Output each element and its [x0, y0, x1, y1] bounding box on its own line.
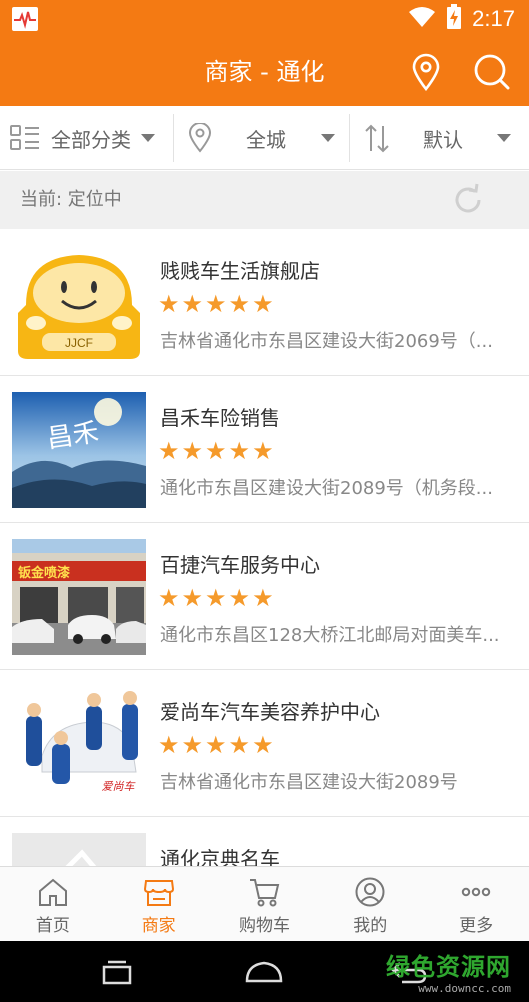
status-time: 2:17 [472, 6, 515, 31]
sort-icon [365, 124, 389, 153]
watermark-title: 绿色资源网 [386, 953, 511, 981]
user-icon [355, 877, 385, 907]
shop-list-item[interactable]: JJCF 贱贱车生活旗舰店 ★ ★ ★ ★ ★ 吉林省通化市东昌区建设大街2069号（.… [0, 229, 529, 376]
store-icon [143, 880, 174, 906]
refresh-icon [455, 183, 481, 213]
star-icon: ★ [252, 731, 274, 759]
chevron-down-icon [497, 134, 511, 142]
star-icon: ★ [205, 290, 227, 318]
star-rating: ★ ★ ★ ★ ★ [158, 439, 274, 463]
grid-list-icon [10, 125, 39, 150]
area-filter[interactable]: 全城 [174, 106, 349, 170]
star-icon: ★ [205, 437, 227, 465]
nav-item-home[interactable]: 首页 [0, 867, 106, 941]
more-icon [461, 887, 491, 897]
current-location-text: 当前: 定位中 [20, 189, 122, 210]
shop-list-item[interactable]: 钣金喷漆 百捷汽车服务中心 ★ ★ ★ ★ ★ 通化市东昌区128大桥江北邮局对面美车.… [0, 523, 529, 670]
nav-item-merchants[interactable]: 商家 [106, 867, 212, 941]
home-icon [38, 878, 67, 906]
nav-label: 首页 [35, 916, 70, 936]
star-rating: ★ ★ ★ ★ ★ [158, 733, 274, 757]
shop-address: 吉林省通化市东昌区建设大街2089号 [160, 772, 458, 793]
star-icon: ★ [228, 290, 251, 318]
nav-item-cart[interactable]: 购物车 [212, 867, 318, 941]
shop-address: 通化市东昌区128大桥江北邮局对面美车... [160, 625, 500, 646]
logo-text: 爱尚车 [102, 780, 137, 793]
shop-name: 昌禾车险销售 [160, 406, 280, 430]
star-icon: ★ [181, 437, 204, 465]
category-filter-label: 全部分类 [51, 127, 131, 152]
shop-list-item[interactable]: 昌禾 昌禾车险销售 ★ ★ ★ ★ ★ 通化市东昌区建设大街2089号（机务段... [0, 376, 529, 523]
star-icon: ★ [181, 290, 204, 318]
star-icon: ★ [228, 437, 251, 465]
star-icon: ★ [181, 584, 204, 612]
sort-filter-label: 默认 [423, 127, 463, 152]
logo-text: JJCF [65, 336, 93, 350]
status-bar: 2:17 [0, 0, 529, 38]
star-icon: ★ [158, 437, 180, 465]
shop-name: 百捷汽车服务中心 [160, 553, 320, 577]
star-icon: ★ [252, 584, 274, 612]
nav-item-profile[interactable]: 我的 [317, 867, 423, 941]
shop-photo-mountains: 昌禾 [12, 392, 146, 508]
shop-address: 通化市东昌区建设大街2089号（机务段... [160, 478, 493, 499]
shop-list: JJCF 贱贱车生活旗舰店 ★ ★ ★ ★ ★ 吉林省通化市东昌区建设大街2069号（.… [0, 229, 529, 964]
filter-bar: 全部分类 全城 默认 [0, 106, 529, 170]
cart-icon [250, 879, 280, 907]
location-bar: 当前: 定位中 [0, 171, 529, 229]
nav-label: 商家 [141, 916, 176, 936]
location-button[interactable] [406, 52, 446, 92]
app-notification-icon [12, 7, 38, 31]
system-nav-bar: 绿色资源网 www.downcc.com [0, 941, 529, 1002]
shop-logo-jjcf: JJCF [12, 245, 146, 361]
star-icon: ★ [181, 731, 204, 759]
wifi-icon [408, 6, 436, 32]
battery-icon [446, 4, 462, 34]
map-pin-icon [412, 53, 440, 91]
recents-button[interactable] [100, 959, 134, 989]
logo-text: 钣金喷漆 [18, 565, 70, 581]
page-title: 商家 - 通化 [204, 58, 325, 86]
star-rating: ★ ★ ★ ★ ★ [158, 586, 274, 610]
recents-icon [102, 960, 132, 985]
watermark: 绿色资源网 www.downcc.com [386, 947, 511, 995]
star-icon: ★ [205, 731, 227, 759]
home-nav-icon [245, 961, 283, 983]
nav-label: 购物车 [238, 916, 290, 936]
star-icon: ★ [228, 731, 251, 759]
category-filter[interactable]: 全部分类 [0, 106, 173, 170]
shop-list-item[interactable]: 爱尚车 爱尚车汽车美容养护中心 ★ ★ ★ ★ ★ 吉林省通化市东昌区建设大街2089号 [0, 670, 529, 817]
nav-label: 更多 [459, 916, 494, 936]
star-icon: ★ [252, 437, 274, 465]
refresh-button[interactable] [451, 183, 485, 217]
chevron-down-icon [141, 134, 155, 142]
area-filter-label: 全城 [246, 127, 286, 152]
map-pin-icon [188, 123, 212, 153]
watermark-url: www.downcc.com [418, 982, 511, 995]
star-icon: ★ [158, 731, 180, 759]
shop-name: 爱尚车汽车美容养护中心 [160, 700, 380, 724]
shop-name: 贱贱车生活旗舰店 [160, 259, 320, 283]
nav-item-more[interactable]: 更多 [423, 867, 529, 941]
bottom-nav: 首页 商家 购物车 我的 更多 [0, 866, 529, 941]
star-rating: ★ ★ ★ ★ ★ [158, 292, 274, 316]
star-icon: ★ [252, 290, 274, 318]
shop-address: 吉林省通化市东昌区建设大街2069号（... [160, 331, 493, 352]
star-icon: ★ [158, 584, 180, 612]
nav-label: 我的 [353, 916, 388, 936]
chevron-down-icon [321, 134, 335, 142]
star-icon: ★ [158, 290, 180, 318]
sort-filter[interactable]: 默认 [350, 106, 529, 170]
star-icon: ★ [228, 584, 251, 612]
search-icon [474, 54, 510, 90]
shop-photo-garage: 钣金喷漆 [12, 539, 146, 655]
star-icon: ★ [205, 584, 227, 612]
home-system-button[interactable] [245, 959, 283, 989]
search-button[interactable] [472, 52, 512, 92]
app-header: 商家 - 通化 [0, 38, 529, 106]
shop-photo-car-care: 爱尚车 [12, 686, 146, 802]
